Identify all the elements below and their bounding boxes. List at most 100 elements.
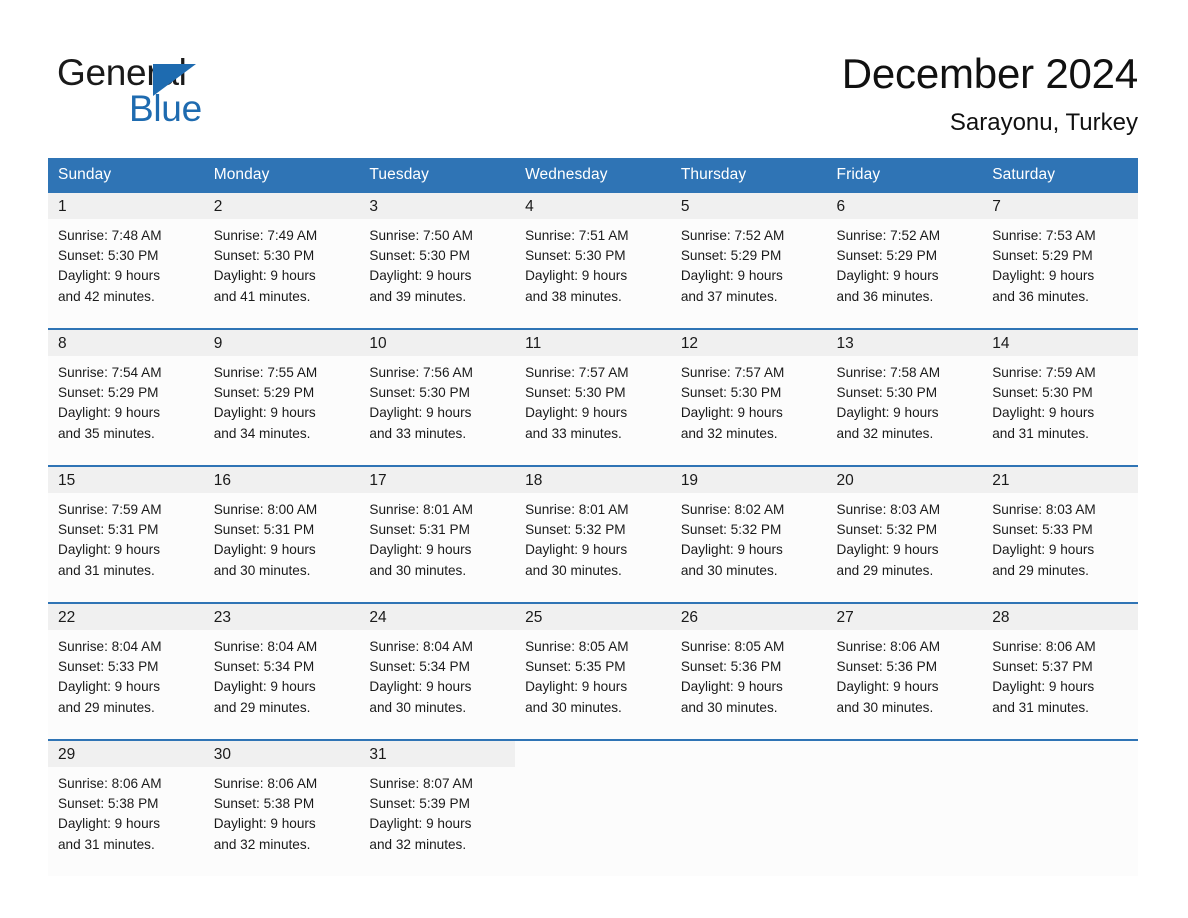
day-details: Sunrise: 7:58 AM Sunset: 5:30 PM Daylight:… xyxy=(827,356,983,444)
daylight-duration-line1: Daylight: 9 hours xyxy=(992,268,1095,284)
calendar-day-cell[interactable]: 29 Sunrise: 8:06 AM Sunset: 5:38 PM Dayligh… xyxy=(48,739,204,876)
daylight-duration-line1: Daylight: 9 hours xyxy=(58,816,161,832)
calendar-day-cell[interactable]: 12 Sunrise: 7:57 AM Sunset: 5:30 PM Dayligh… xyxy=(670,328,827,466)
calendar-day-cell[interactable]: 16 Sunrise: 8:00 AM Sunset: 5:31 PM Dayligh… xyxy=(203,465,360,603)
daylight-duration-line1: Daylight: 9 hours xyxy=(369,268,472,284)
calendar-day-cell[interactable]: 24 Sunrise: 8:04 AM Sunset: 5:34 PM Dayligh… xyxy=(359,602,516,740)
daylight-duration-line2: and 38 minutes. xyxy=(525,288,622,304)
day-details: Sunrise: 7:59 AM Sunset: 5:30 PM Daylight:… xyxy=(982,356,1138,444)
calendar-body: 1 Sunrise: 7:48 AM Sunset: 5:30 PM Daylight… xyxy=(48,193,1138,876)
day-number: 16 xyxy=(203,467,360,493)
day-number: 25 xyxy=(515,604,671,630)
day-details: Sunrise: 7:49 AM Sunset: 5:30 PM Daylight:… xyxy=(204,219,360,307)
sunrise-time: Sunrise: 7:55 AM xyxy=(213,365,318,380)
day-details: Sunrise: 8:07 AM Sunset: 5:39 PM Daylight:… xyxy=(359,767,515,855)
sunset-time: Sunset: 5:30 PM xyxy=(992,385,1093,401)
sunrise-time: Sunrise: 8:00 AM xyxy=(213,502,318,517)
sunrise-time: Sunrise: 7:51 AM xyxy=(525,228,629,243)
daylight-duration-line1: Daylight: 9 hours xyxy=(680,679,783,695)
daylight-duration-line2: and 31 minutes. xyxy=(58,836,155,852)
daylight-duration-line1: Daylight: 9 hours xyxy=(680,542,783,558)
sunrise-sunset-calendar: Sunday Monday Tuesday Wednesday Thursday… xyxy=(48,158,1138,876)
calendar-day-cell[interactable]: 7 Sunrise: 7:53 AM Sunset: 5:29 PM Daylight… xyxy=(982,193,1138,329)
daylight-duration-line2: and 30 minutes. xyxy=(369,699,467,715)
daylight-duration-line2: and 35 minutes. xyxy=(58,425,155,441)
calendar-day-cell[interactable]: 5 Sunrise: 7:52 AM Sunset: 5:29 PM Daylight… xyxy=(670,193,827,329)
calendar-day-cell[interactable]: 21 Sunrise: 8:03 AM Sunset: 5:33 PM Dayligh… xyxy=(982,465,1138,603)
calendar-day-cell[interactable]: 9 Sunrise: 7:55 AM Sunset: 5:29 PM Daylight… xyxy=(203,328,360,466)
weekday-header-monday: Monday xyxy=(203,158,360,193)
sunset-time: Sunset: 5:29 PM xyxy=(680,248,782,264)
daylight-duration-line2: and 31 minutes. xyxy=(992,699,1089,715)
daylight-duration-line1: Daylight: 9 hours xyxy=(525,542,628,558)
daylight-duration-line2: and 36 minutes. xyxy=(836,288,934,304)
daylight-duration-line1: Daylight: 9 hours xyxy=(369,542,472,558)
daylight-duration-line1: Daylight: 9 hours xyxy=(992,542,1095,558)
calendar-day-cell[interactable]: 6 Sunrise: 7:52 AM Sunset: 5:29 PM Daylight… xyxy=(826,193,983,329)
calendar-day-cell[interactable]: 1 Sunrise: 7:48 AM Sunset: 5:30 PM Daylight… xyxy=(48,193,204,329)
sunrise-time: Sunrise: 8:04 AM xyxy=(369,639,473,654)
daylight-duration-line1: Daylight: 9 hours xyxy=(213,268,316,284)
daylight-duration-line2: and 29 minutes. xyxy=(992,562,1089,578)
calendar-day-cell[interactable]: 18 Sunrise: 8:01 AM Sunset: 5:32 PM Dayligh… xyxy=(515,465,671,603)
sunrise-time: Sunrise: 7:48 AM xyxy=(58,228,162,243)
location-subtitle: Sarayonu, Turkey xyxy=(949,109,1138,136)
daylight-duration-line1: Daylight: 9 hours xyxy=(836,268,939,284)
sunset-time: Sunset: 5:30 PM xyxy=(680,385,782,401)
calendar-day-cell[interactable]: 13 Sunrise: 7:58 AM Sunset: 5:30 PM Dayligh… xyxy=(826,328,983,466)
sunrise-time: Sunrise: 7:59 AM xyxy=(58,502,162,517)
calendar-cell-empty xyxy=(515,739,671,876)
calendar-day-cell[interactable]: 15 Sunrise: 7:59 AM Sunset: 5:31 PM Dayligh… xyxy=(48,465,204,603)
day-number: 21 xyxy=(982,467,1138,493)
day-details: Sunrise: 8:06 AM Sunset: 5:38 PM Daylight:… xyxy=(48,767,204,855)
day-cell-inner xyxy=(515,741,671,876)
generalblue-logo[interactable]: General Blue xyxy=(57,52,317,129)
calendar-day-cell[interactable]: 17 Sunrise: 8:01 AM Sunset: 5:31 PM Dayligh… xyxy=(359,465,516,603)
calendar-week-row: 22 Sunrise: 8:04 AM Sunset: 5:33 PM Dayligh… xyxy=(48,602,1138,740)
calendar-day-cell[interactable]: 8 Sunrise: 7:54 AM Sunset: 5:29 PM Daylight… xyxy=(48,328,204,466)
day-cell-inner: 1 Sunrise: 7:48 AM Sunset: 5:30 PM Daylight… xyxy=(48,193,204,328)
calendar-day-cell[interactable]: 26 Sunrise: 8:05 AM Sunset: 5:36 PM Dayligh… xyxy=(670,602,827,740)
calendar-day-cell[interactable]: 28 Sunrise: 8:06 AM Sunset: 5:37 PM Dayligh… xyxy=(982,602,1138,740)
sunrise-time: Sunrise: 8:05 AM xyxy=(525,639,629,654)
calendar-day-cell[interactable]: 20 Sunrise: 8:03 AM Sunset: 5:32 PM Dayligh… xyxy=(826,465,983,603)
calendar-day-cell[interactable]: 3 Sunrise: 7:50 AM Sunset: 5:30 PM Daylight… xyxy=(359,193,516,329)
day-cell-inner xyxy=(671,741,827,876)
day-details: Sunrise: 8:01 AM Sunset: 5:32 PM Daylight:… xyxy=(515,493,671,581)
calendar-day-cell[interactable]: 30 Sunrise: 8:06 AM Sunset: 5:38 PM Dayligh… xyxy=(203,739,360,876)
calendar-day-cell[interactable]: 4 Sunrise: 7:51 AM Sunset: 5:30 PM Daylight… xyxy=(515,193,671,329)
daylight-duration-line2: and 34 minutes. xyxy=(213,425,311,441)
day-cell-inner: 12 Sunrise: 7:57 AM Sunset: 5:30 PM Dayligh… xyxy=(670,330,827,465)
daylight-duration-line2: and 33 minutes. xyxy=(525,425,622,441)
calendar-day-cell[interactable]: 23 Sunrise: 8:04 AM Sunset: 5:34 PM Dayligh… xyxy=(203,602,360,740)
calendar-day-cell[interactable]: 31 Sunrise: 8:07 AM Sunset: 5:39 PM Dayligh… xyxy=(359,739,516,876)
day-cell-inner: 23 Sunrise: 8:04 AM Sunset: 5:34 PM Dayligh… xyxy=(203,604,360,739)
day-cell-inner: 6 Sunrise: 7:52 AM Sunset: 5:29 PM Daylight… xyxy=(826,193,983,328)
daylight-duration-line2: and 30 minutes. xyxy=(525,562,622,578)
calendar-day-cell[interactable]: 2 Sunrise: 7:49 AM Sunset: 5:30 PM Daylight… xyxy=(203,193,360,329)
daylight-duration-line2: and 41 minutes. xyxy=(213,288,311,304)
calendar-day-cell[interactable]: 19 Sunrise: 8:02 AM Sunset: 5:32 PM Dayligh… xyxy=(670,465,827,603)
day-cell-inner: 20 Sunrise: 8:03 AM Sunset: 5:32 PM Dayligh… xyxy=(826,467,983,602)
weekday-header-thursday: Thursday xyxy=(670,158,827,193)
sunset-time: Sunset: 5:38 PM xyxy=(213,796,315,812)
day-cell-inner: 4 Sunrise: 7:51 AM Sunset: 5:30 PM Daylight… xyxy=(515,193,671,328)
daylight-duration-line2: and 30 minutes. xyxy=(680,562,778,578)
sunrise-time: Sunrise: 7:49 AM xyxy=(213,228,318,243)
calendar-day-cell[interactable]: 22 Sunrise: 8:04 AM Sunset: 5:33 PM Dayligh… xyxy=(48,602,204,740)
day-details: Sunrise: 7:55 AM Sunset: 5:29 PM Daylight:… xyxy=(204,356,360,444)
day-number: 8 xyxy=(48,330,204,356)
day-number: 6 xyxy=(826,193,983,219)
sunset-time: Sunset: 5:29 PM xyxy=(58,385,159,401)
calendar-day-cell[interactable]: 14 Sunrise: 7:59 AM Sunset: 5:30 PM Dayligh… xyxy=(982,328,1138,466)
calendar-day-cell[interactable]: 11 Sunrise: 7:57 AM Sunset: 5:30 PM Dayligh… xyxy=(515,328,671,466)
day-number: 27 xyxy=(826,604,983,630)
calendar-day-cell[interactable]: 10 Sunrise: 7:56 AM Sunset: 5:30 PM Dayligh… xyxy=(359,328,516,466)
sunset-time: Sunset: 5:30 PM xyxy=(369,385,470,401)
sunrise-time: Sunrise: 8:04 AM xyxy=(213,639,318,654)
sunset-time: Sunset: 5:32 PM xyxy=(680,522,782,538)
calendar-day-cell[interactable]: 27 Sunrise: 8:06 AM Sunset: 5:36 PM Dayligh… xyxy=(826,602,983,740)
sunrise-time: Sunrise: 8:06 AM xyxy=(58,776,162,791)
calendar-day-cell[interactable]: 25 Sunrise: 8:05 AM Sunset: 5:35 PM Dayligh… xyxy=(515,602,671,740)
daylight-duration-line2: and 32 minutes. xyxy=(836,425,934,441)
